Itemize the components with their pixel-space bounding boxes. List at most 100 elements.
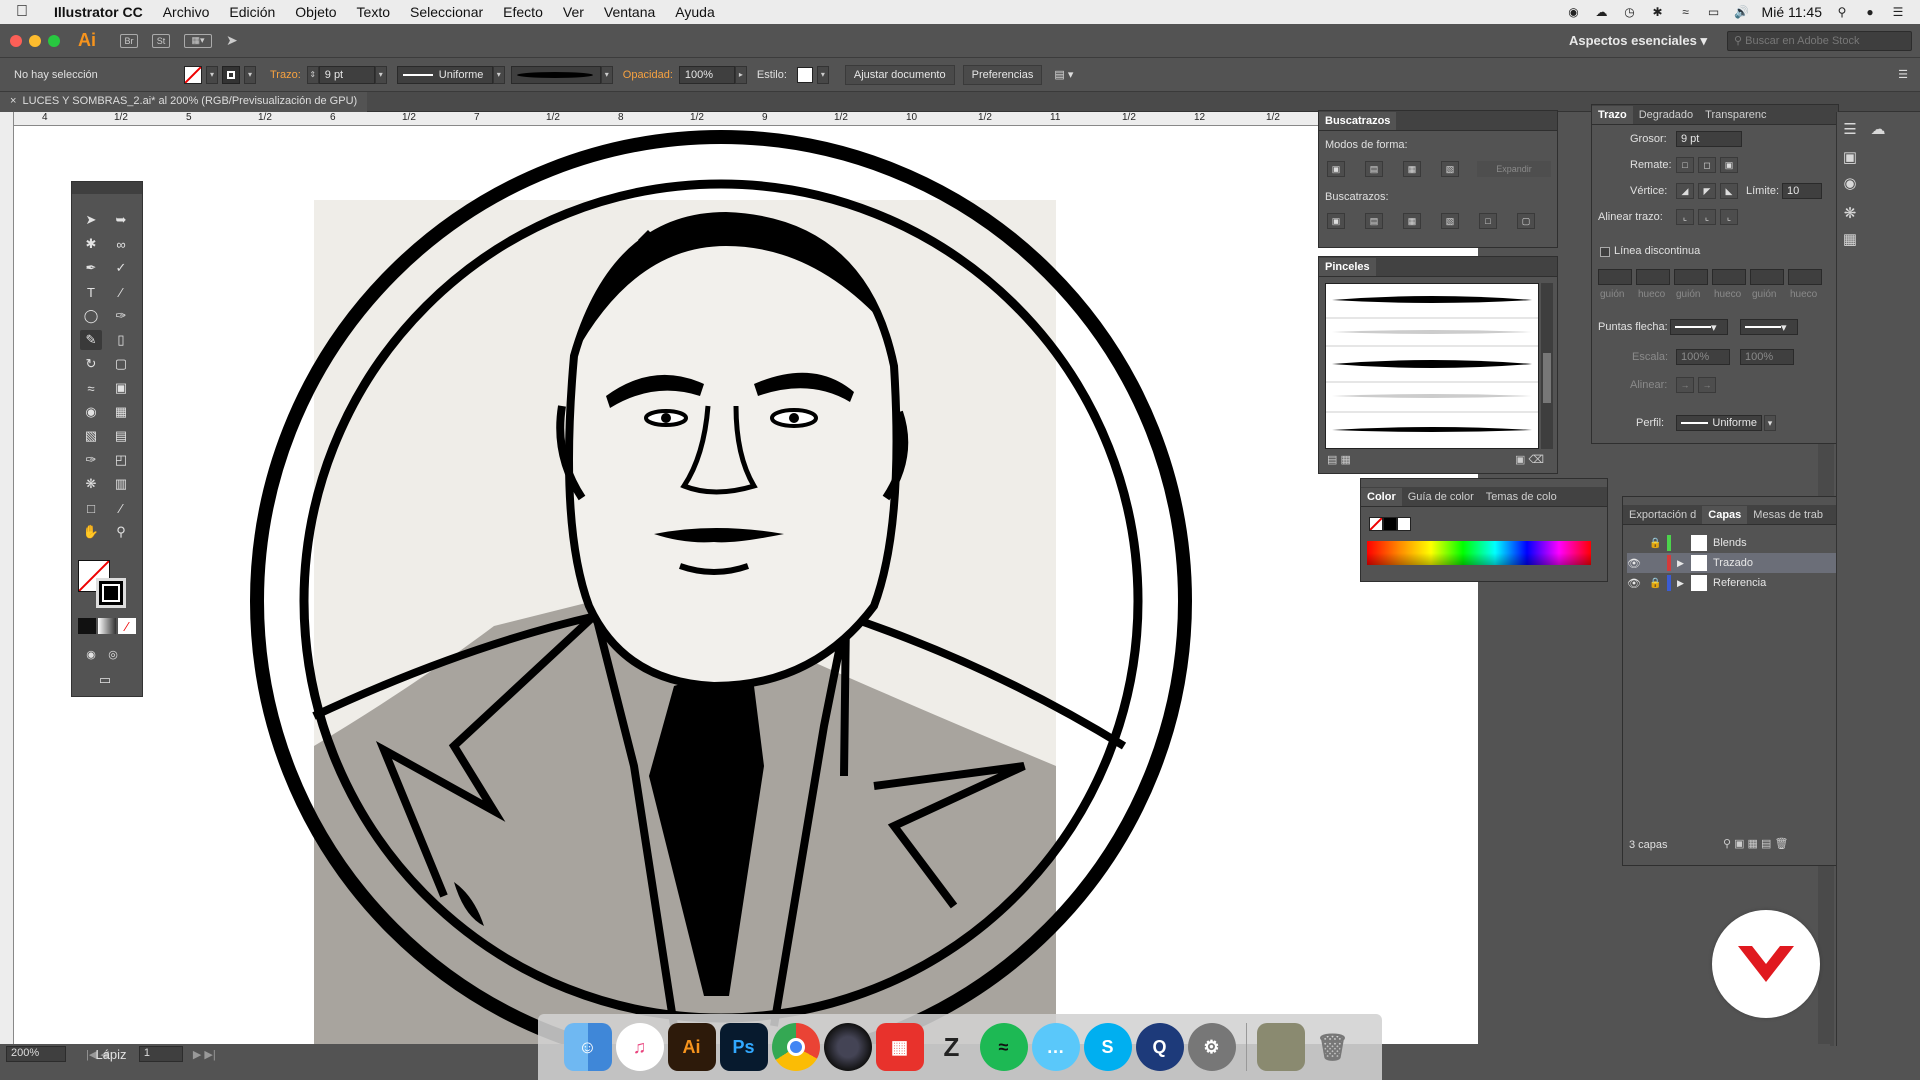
gradient-tool-icon[interactable]: ▤ [110,426,132,446]
start-scale-field[interactable]: 100% [1676,349,1730,365]
spotlight-search-icon[interactable]: ⚲ [1834,5,1850,19]
cinema4d-icon[interactable] [823,1023,872,1071]
quicktime-icon[interactable]: Q [1135,1023,1184,1071]
gradient-mode-icon[interactable] [98,618,116,634]
tab-layers[interactable]: Capas [1702,506,1748,524]
free-transform-tool-icon[interactable]: ▣ [110,378,132,398]
fill-stroke-swatches[interactable] [78,560,130,608]
dash-field-3[interactable] [1750,269,1784,285]
stroke-weight-label[interactable]: Trazo: [270,69,301,81]
butt-cap-button[interactable]: □ [1676,157,1694,173]
messages-icon[interactable]: … [1031,1023,1080,1071]
horizontal-ruler[interactable]: 4 1/2 5 1/2 6 1/2 7 1/2 8 1/2 9 1/2 10 1… [14,112,1478,126]
dash-field-2[interactable] [1674,269,1708,285]
menu-app-name[interactable]: Illustrator CC [44,4,153,20]
selection-tool-icon[interactable]: ➤ [80,210,102,230]
gap-field-2[interactable] [1712,269,1746,285]
gpu-performance-icon[interactable]: ➤ [226,32,238,49]
menu-ventana[interactable]: Ventana [594,4,665,20]
chrome-icon[interactable] [771,1023,820,1071]
layer-actions-icons[interactable]: ⚲ ▣ ▦ ▤ 🗑 [1723,837,1788,850]
menu-seleccionar[interactable]: Seleccionar [400,4,493,20]
brush-list[interactable] [1325,283,1539,449]
opacity-dropdown-icon[interactable]: ▸ [734,65,747,84]
align-outside-button[interactable]: ⌞ [1720,209,1738,225]
arrow-end-button[interactable]: → [1698,377,1716,393]
color-mode-icon[interactable] [78,618,96,634]
libraries-icon[interactable]: ☁ [1865,118,1891,140]
menubar-clock[interactable]: Mié 11:45 [1762,4,1822,20]
divide-button[interactable]: ▣ [1327,213,1345,229]
menu-edicion[interactable]: Edición [219,4,285,20]
appearance-icon[interactable]: ◉ [1837,172,1863,194]
profile-dropdown-icon[interactable]: ▾ [492,65,505,84]
sketchup-icon[interactable]: ▦ [875,1023,924,1071]
skype-icon[interactable]: S [1083,1023,1132,1071]
stroke-dropdown-icon[interactable]: ▾ [244,65,256,84]
crop-button[interactable]: ▧ [1441,213,1459,229]
finder-icon[interactable]: ☺ [563,1023,612,1071]
limit-field[interactable]: 10 [1782,183,1822,199]
perspective-grid-tool-icon[interactable]: ▦ [110,402,132,422]
zoom-tool-icon[interactable]: ⚲ [110,522,132,542]
stroke-weight-stepper[interactable]: ⇕ [306,65,319,84]
profile-select[interactable]: Uniforme [1676,415,1762,431]
workspace-switcher[interactable]: Aspectos esenciales ▾ [1569,33,1727,49]
eyedropper-tool-icon[interactable]: ✑ [80,450,102,470]
slice-tool-icon[interactable]: ∕ [110,498,132,518]
black-swatch[interactable] [1383,517,1397,531]
notification-center-icon[interactable]: ☰ [1890,5,1906,19]
column-graph-tool-icon[interactable]: ▥ [110,474,132,494]
tab-transparency[interactable]: Transparenc [1699,106,1772,124]
opacity-label[interactable]: Opacidad: [623,69,673,81]
lasso-tool-icon[interactable]: ∞ [110,234,132,254]
stock-search-input[interactable]: ⚲ Buscar en Adobe Stock [1727,30,1912,51]
bevel-join-button[interactable]: ◣ [1720,183,1738,199]
fill-swatch[interactable] [184,65,202,84]
control-bar-menu-icon[interactable]: ☰ [1898,68,1908,81]
profile-dropdown-icon[interactable]: ▾ [1764,415,1776,431]
tab-pathfinder[interactable]: Buscatrazos [1319,112,1397,130]
itunes-icon[interactable]: ♫ [615,1023,664,1071]
layer-row-trazado[interactable]: 👁 ▶ Trazado ○ [1627,553,1859,573]
brush-dropdown-icon[interactable]: ▾ [600,65,613,84]
layer-row-blends[interactable]: 🔒 Blends ○ [1627,533,1859,553]
minus-back-button[interactable]: ▢ [1517,213,1535,229]
record-icon[interactable]: ◉ [1566,5,1582,19]
intersect-button[interactable]: ▦ [1403,161,1421,177]
system-preferences-icon[interactable]: ⚙ [1187,1023,1236,1071]
stroke-weight-dropdown-icon[interactable]: ▾ [374,65,387,84]
draw-mode-icon[interactable]: ◉ [80,644,102,664]
unite-button[interactable]: ▣ [1327,161,1345,177]
menu-texto[interactable]: Texto [347,4,400,20]
paintbrush-tool-icon[interactable]: ✑ [110,306,132,326]
start-arrowhead-select[interactable]: ▾ [1670,319,1728,335]
brush-definition[interactable] [510,65,601,84]
magic-wand-tool-icon[interactable]: ✱ [80,234,102,254]
zbrush-icon[interactable]: Z [928,1023,976,1071]
arrange-documents-button[interactable]: ▦▾ [184,33,212,48]
stock-button[interactable]: St [152,33,170,48]
current-tool-status[interactable]: Lápiz [95,1044,126,1064]
tab-gradient[interactable]: Degradado [1633,106,1699,124]
style-dropdown-icon[interactable]: ▾ [816,65,829,84]
layer-name[interactable]: Referencia [1713,577,1766,589]
tab-color-guide[interactable]: Guía de color [1402,488,1480,506]
expand-button[interactable]: Expandir [1477,161,1551,177]
end-scale-field[interactable]: 100% [1740,349,1794,365]
zoom-level-field[interactable]: 200% [6,1046,66,1062]
zoom-window-button[interactable] [48,34,60,47]
none-swatch[interactable] [1369,517,1383,531]
layer-name[interactable]: Blends [1713,537,1747,549]
scale-tool-icon[interactable]: ▢ [110,354,132,374]
pencil-tool-icon[interactable]: ✎ [80,330,102,350]
weight-field[interactable]: 9 pt [1676,131,1742,147]
exclude-button[interactable]: ▧ [1441,161,1459,177]
eye-icon[interactable]: 👁 [1627,557,1649,570]
wifi-icon[interactable]: ≈ [1678,5,1694,19]
tab-artboards[interactable]: Mesas de trab [1747,506,1829,524]
layer-name[interactable]: Trazado [1713,557,1753,569]
tab-color[interactable]: Color [1361,488,1402,506]
menu-archivo[interactable]: Archivo [153,4,220,20]
siri-icon[interactable]: ● [1862,5,1878,19]
